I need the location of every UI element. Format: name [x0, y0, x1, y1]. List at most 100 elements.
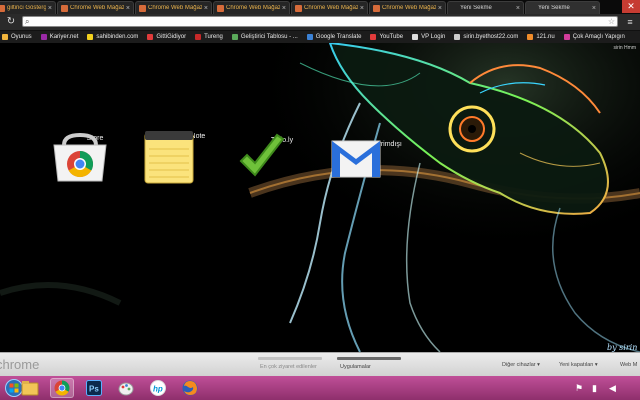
bookmark-item[interactable]: Oyunus	[2, 34, 32, 40]
app-todoly[interactable]: Todo.ly	[237, 133, 327, 177]
window-close-button[interactable]: ✕	[622, 0, 640, 13]
bookmark-item[interactable]: Tureng	[195, 34, 223, 40]
taskbar-firefox[interactable]	[178, 378, 202, 398]
tab-close-icon[interactable]: ×	[126, 5, 130, 12]
tab-title: Chrome Web Mağaz	[70, 5, 124, 11]
page-indicator-apps[interactable]	[337, 357, 401, 360]
page-label-most-visited[interactable]: En çok ziyaret edilenler	[260, 364, 317, 370]
bookmark-favicon-icon	[195, 34, 202, 40]
chevron-down-icon: ▾	[537, 362, 540, 368]
bookmark-label: Kariyer.net	[49, 34, 79, 40]
tab-title: Yeni Sekme	[460, 5, 492, 11]
signed-in-user[interactable]: sirin Hmm	[614, 45, 637, 51]
bookmark-favicon-icon	[454, 34, 461, 40]
bookmark-item[interactable]: Kariyer.net	[40, 34, 79, 40]
new-tab-icon	[529, 5, 536, 12]
bookmark-star-icon[interactable]: ☆	[608, 17, 615, 27]
bookmark-item[interactable]: 121.nu	[527, 34, 555, 40]
taskbar-chrome[interactable]	[50, 378, 74, 398]
taskbar-hp[interactable]: hp	[146, 378, 170, 398]
app-quick-note[interactable]: Quick Note	[143, 129, 233, 184]
volume-icon[interactable]: ◀	[609, 382, 616, 394]
new-tab-background: Store Quick Note Todo.ly Gmail Çevrimdış…	[0, 43, 640, 352]
tab-close-icon[interactable]: ×	[48, 5, 52, 12]
other-devices-menu[interactable]: Diğer cihazlar ▾	[502, 362, 540, 368]
wrench-menu-icon[interactable]: ≡	[625, 16, 635, 28]
photoshop-icon: Ps	[86, 380, 102, 396]
chrome-web-store-icon	[373, 4, 380, 12]
tab-title: Yeni Sekme	[538, 5, 570, 11]
checkmark-icon	[239, 133, 285, 177]
bookmark-item[interactable]: sahibinden.com	[87, 34, 138, 40]
bookmark-favicon-icon	[412, 34, 419, 40]
bookmark-item[interactable]: Çok Amaçlı Yapıgın	[563, 34, 625, 40]
tab-title: Chrome Web Mağaz	[304, 5, 358, 11]
network-icon[interactable]: ▮	[592, 382, 597, 394]
bookmark-item[interactable]: Geliştirici Tablosu - ...	[231, 34, 298, 40]
tab-close-icon[interactable]: ×	[204, 5, 208, 12]
ntp-footer: chrome En çok ziyaret edilenler Uygulama…	[0, 352, 640, 376]
tab-0[interactable]: giltirici Gösterge ×	[0, 1, 56, 14]
search-icon: ⌕	[25, 17, 30, 26]
app-store[interactable]: Store	[50, 131, 140, 182]
chrome-web-store-icon	[61, 4, 68, 12]
gmail-icon	[331, 140, 381, 178]
tab-title: Chrome Web Mağaz	[148, 5, 202, 11]
bookmark-label: GittiGidiyor	[156, 34, 187, 40]
bookmarks-bar: Oyunus Kariyer.net sahibinden.com GittiGidi…	[0, 31, 640, 43]
windows-taskbar: Ps hp ⚑ ▮ ◀	[0, 376, 640, 400]
wallpaper-signature: by sirin	[607, 343, 638, 352]
bookmark-item[interactable]: GittiGidiyor	[147, 34, 186, 40]
folder-icon	[21, 381, 39, 396]
bookmark-favicon-icon	[87, 34, 94, 40]
firefox-icon	[182, 380, 198, 396]
tab-close-icon[interactable]: ×	[438, 5, 442, 12]
page-indicator-most-visited[interactable]	[258, 357, 322, 360]
bookmark-favicon-icon	[370, 34, 377, 40]
tab-2[interactable]: Chrome Web Mağaz ×	[135, 1, 212, 14]
bookmark-item[interactable]: VP Login	[412, 34, 445, 40]
taskbar-paint[interactable]	[114, 378, 138, 398]
tab-5[interactable]: Chrome Web Mağaz ×	[369, 1, 446, 14]
tab-close-icon[interactable]: ×	[516, 5, 520, 12]
bookmark-favicon-icon	[231, 34, 238, 40]
chrome-web-store-icon	[139, 4, 146, 12]
taskbar-explorer[interactable]	[18, 378, 42, 398]
web-store-link[interactable]: Web M	[620, 362, 637, 368]
bookmark-label: sahibinden.com	[96, 34, 139, 40]
page-label-apps[interactable]: Uygulamalar	[340, 364, 371, 370]
navigation-bar: ↻ ⌕ ☆ ≡	[0, 14, 640, 31]
tab-7[interactable]: Yeni Sekme ×	[525, 1, 600, 14]
bookmark-favicon-icon	[147, 34, 154, 40]
taskbar-photoshop[interactable]: Ps	[82, 378, 106, 398]
chrome-icon	[54, 380, 70, 396]
tab-strip: giltirici Gösterge × Chrome Web Mağaz × Chro…	[0, 0, 640, 14]
address-input[interactable]	[33, 17, 603, 26]
tab-close-icon[interactable]: ×	[360, 5, 364, 12]
tab-close-icon[interactable]: ×	[592, 5, 596, 12]
bookmark-list: Oyunus Kariyer.net sahibinden.com GittiGidi…	[2, 34, 634, 40]
recently-closed-label: Yeni kapatılan	[559, 362, 594, 368]
tab-3[interactable]: Chrome Web Mağaz ×	[213, 1, 290, 14]
tab-6[interactable]: Yeni Sekme ×	[447, 1, 524, 14]
bookmark-label: sirin.byethost22.com	[463, 34, 519, 40]
chrome-web-store-icon	[0, 4, 5, 12]
notepad-icon	[144, 131, 194, 184]
tab-close-icon[interactable]: ×	[282, 5, 286, 12]
omnibox[interactable]: ⌕ ☆	[22, 16, 618, 27]
bookmark-item[interactable]: YouTube	[370, 34, 403, 40]
recently-closed-menu[interactable]: Yeni kapatılan ▾	[559, 362, 598, 368]
chameleon-wallpaper	[0, 43, 640, 352]
reload-icon[interactable]: ↻	[5, 16, 17, 28]
bookmark-favicon-icon	[2, 34, 8, 40]
bookmark-item[interactable]: sirin.byethost22.com	[454, 34, 518, 40]
app-gmail-offline[interactable]: Gmail Çevrimdışı	[330, 137, 420, 178]
bookmark-item[interactable]: Google Translate	[306, 34, 361, 40]
paint-icon	[118, 382, 134, 396]
tab-4[interactable]: Chrome Web Mağaz ×	[291, 1, 368, 14]
bookmark-favicon-icon	[563, 34, 570, 40]
hp-icon: hp	[150, 380, 166, 396]
svg-text:hp: hp	[153, 385, 163, 394]
flag-icon[interactable]: ⚑	[575, 382, 583, 394]
tab-1[interactable]: Chrome Web Mağaz ×	[57, 1, 134, 14]
